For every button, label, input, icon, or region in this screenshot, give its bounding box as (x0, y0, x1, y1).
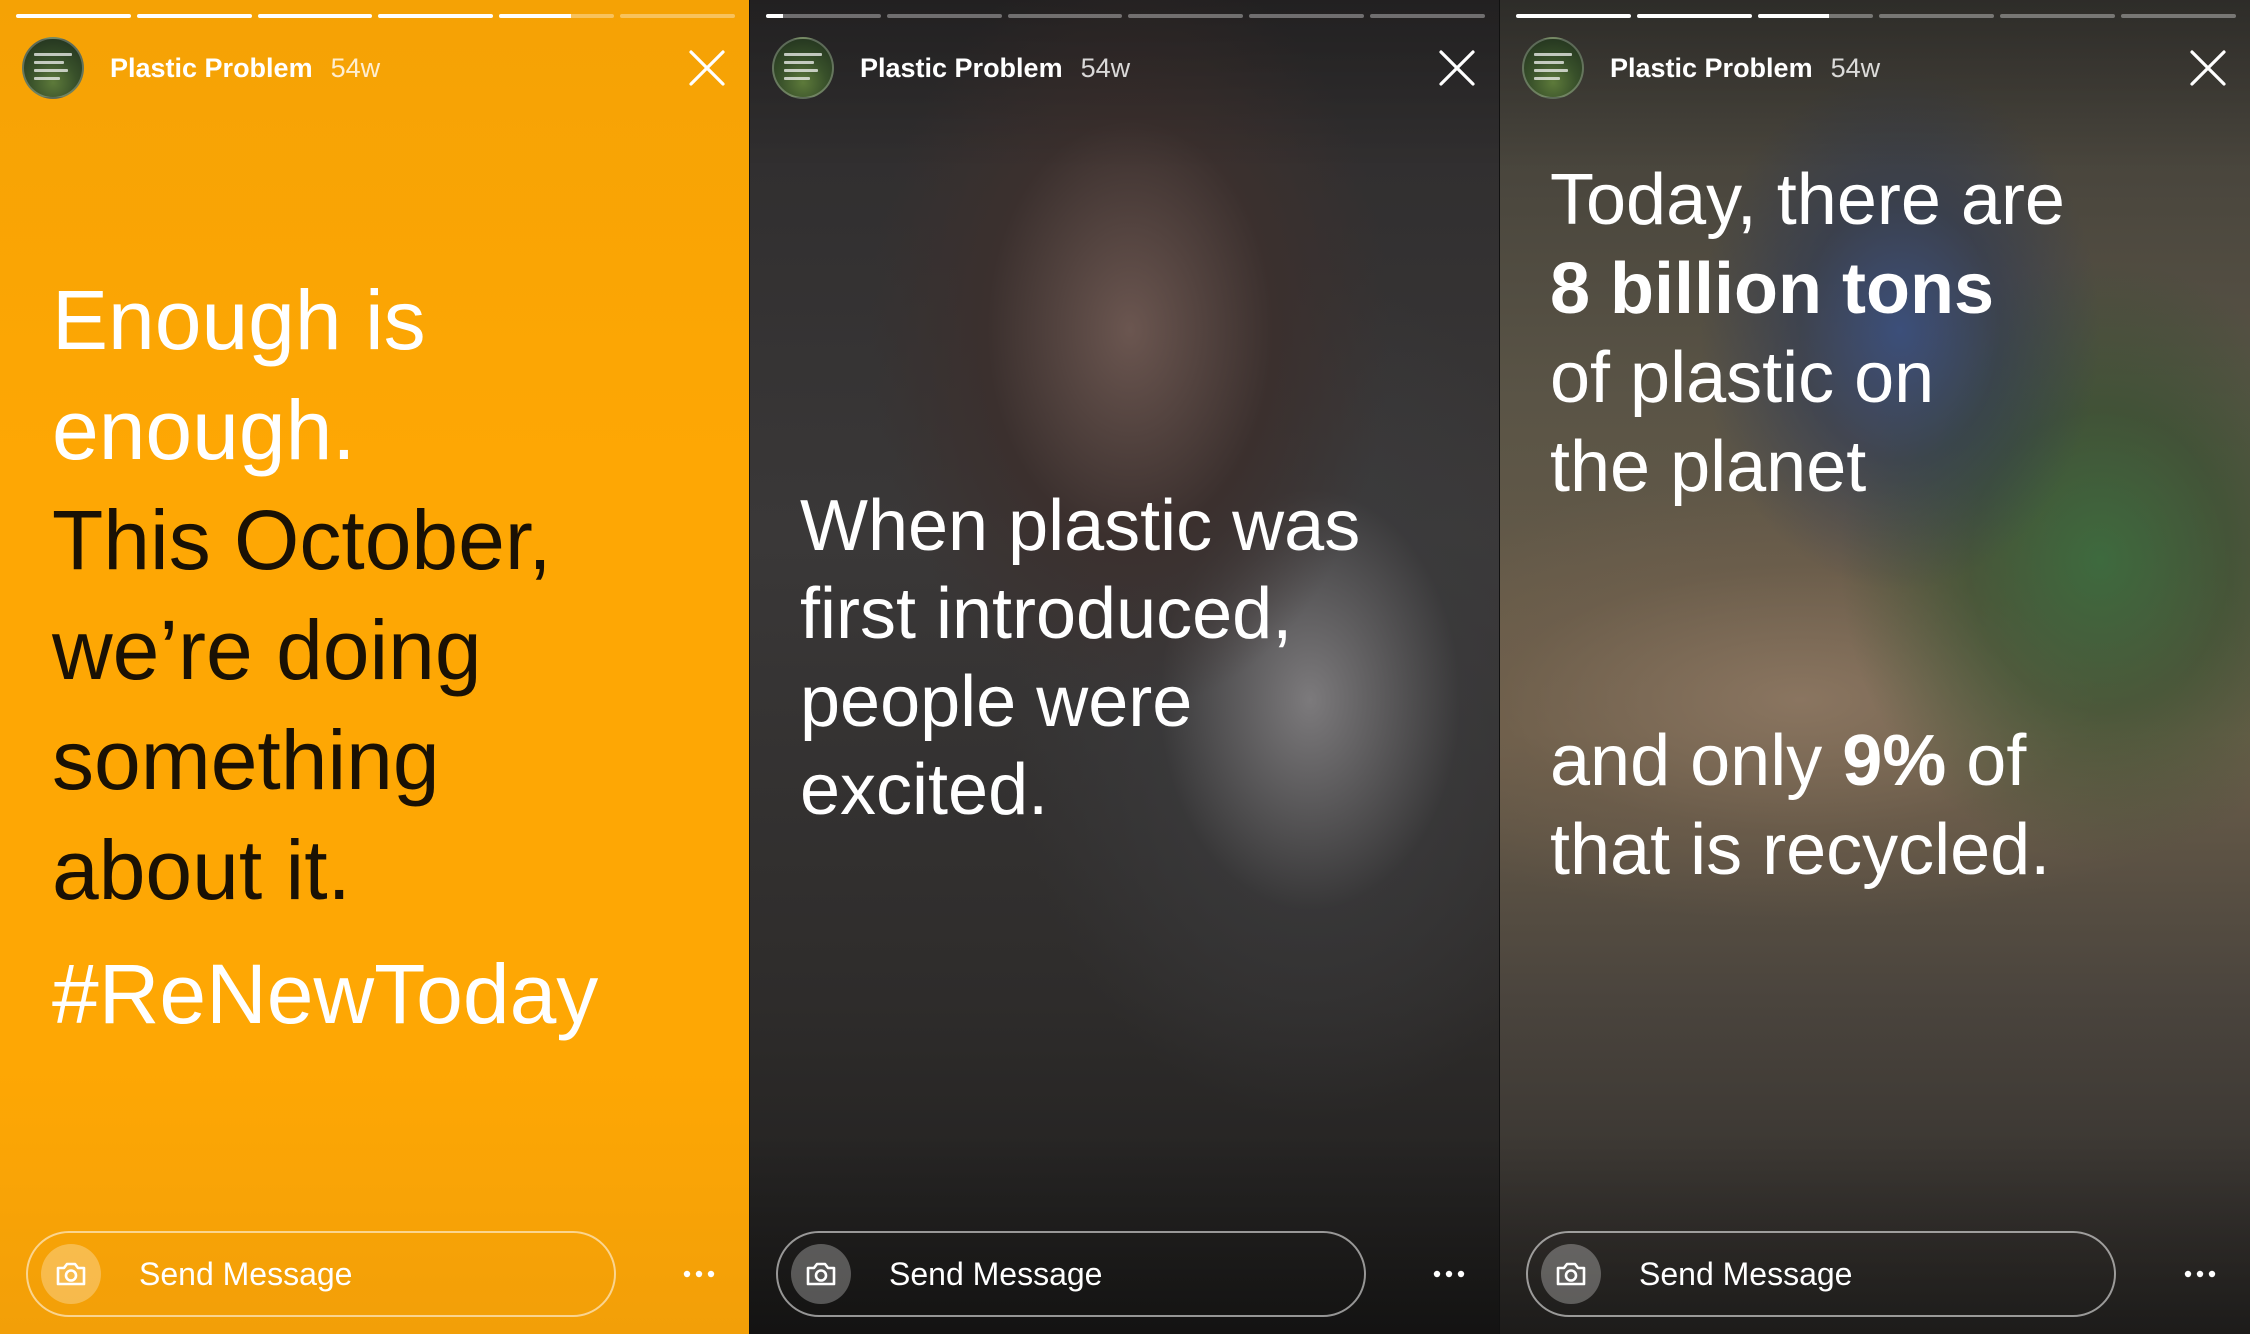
more-options-icon (683, 1270, 715, 1278)
account-name[interactable]: Plastic Problem (860, 53, 1063, 84)
progress-segment (620, 14, 735, 18)
caption-line: first introduced, (800, 574, 1293, 654)
story-caption: Today, there are 8 billion tons of plast… (1550, 164, 2230, 903)
caption-line-bold: 8 billion tons (1550, 253, 2230, 342)
camera-icon (56, 1262, 86, 1286)
camera-button[interactable] (1541, 1244, 1601, 1304)
caption-line: we’re doing (52, 603, 482, 697)
send-message-placeholder: Send Message (889, 1255, 1103, 1292)
send-message-field[interactable]: Send Message (776, 1231, 1366, 1317)
progress-segment-fill (499, 14, 571, 18)
story-header: Plastic Problem 54w (22, 36, 731, 100)
progress-segment (136, 14, 252, 18)
caption-line: people were (800, 662, 1193, 742)
progress-segment-fill (766, 14, 784, 18)
story-caption: When plastic was first introduced, peopl… (800, 490, 1480, 842)
progress-segment-fill (257, 14, 373, 18)
camera-icon (806, 1262, 836, 1286)
story-footer: Send Message (1526, 1230, 2230, 1318)
caption-line: Today, there are (1550, 160, 2065, 240)
progress-segment (499, 14, 615, 18)
progress-segment (886, 14, 1002, 18)
close-icon (1439, 50, 1475, 86)
story-panel-2[interactable]: Plastic Problem 54w When plastic was fir… (750, 0, 1499, 1334)
stories-viewer: Plastic Problem 54w Enough is enough. Th… (0, 0, 2250, 1334)
story-caption: Enough is enough. This October, we’re do… (52, 278, 732, 1062)
more-options-button[interactable] (1419, 1244, 1479, 1304)
progress-segment (16, 14, 131, 18)
story-panel-3[interactable]: Plastic Problem 54w Today, there are 8 b… (1500, 0, 2250, 1334)
caption-line: the planet (1550, 427, 1867, 507)
progress-segment-fill (1516, 14, 1631, 18)
progress-segment-fill (136, 14, 252, 18)
caption-line: When plastic was (800, 486, 1361, 566)
camera-icon (1556, 1262, 1586, 1286)
progress-segment (378, 14, 494, 18)
post-age: 54w (1080, 52, 1131, 83)
progress-segment (1128, 14, 1244, 18)
story-header: Plastic Problem 54w (772, 36, 1481, 100)
progress-segment-fill (378, 14, 494, 18)
more-options-icon (1433, 1270, 1465, 1278)
account-name[interactable]: Plastic Problem (110, 53, 313, 84)
progress-segment (766, 14, 881, 18)
caption-line: that is recycled. (1550, 810, 2051, 890)
story-progress-bar (16, 14, 735, 18)
avatar[interactable] (22, 37, 84, 99)
post-age: 54w (1830, 52, 1881, 83)
more-options-button[interactable] (669, 1244, 729, 1304)
story-progress-bar (1516, 14, 2236, 18)
caption-line: about it. (52, 823, 351, 917)
story-header: Plastic Problem 54w (1522, 36, 2232, 100)
avatar[interactable] (1522, 37, 1584, 99)
progress-segment-fill (1637, 14, 1752, 18)
progress-segment-fill (16, 14, 131, 18)
send-message-placeholder: Send Message (1639, 1255, 1853, 1292)
caption-line: enough. (52, 383, 356, 477)
close-icon (2190, 50, 2226, 86)
camera-button[interactable] (41, 1244, 101, 1304)
caption-line: This October, (52, 493, 552, 587)
hashtag[interactable]: #ReNewToday (52, 952, 732, 1062)
story-progress-bar (766, 14, 1485, 18)
close-button[interactable] (2184, 44, 2232, 92)
caption-line: and only 9% of (1550, 725, 2230, 814)
progress-segment (2000, 14, 2115, 18)
progress-segment (2121, 14, 2236, 18)
story-panel-1[interactable]: Plastic Problem 54w Enough is enough. Th… (0, 0, 749, 1334)
caption-line: of plastic on (1550, 338, 1935, 418)
account-name[interactable]: Plastic Problem (1610, 53, 1813, 84)
emphasis: 8 billion tons (1550, 249, 1994, 329)
caption-fragment: of (1946, 721, 2027, 801)
progress-segment-fill (1758, 14, 1830, 18)
emphasis: 9% (1842, 721, 1947, 801)
close-button[interactable] (1433, 44, 1481, 92)
caption-fragment: and only (1550, 721, 1843, 801)
close-icon (689, 50, 725, 86)
progress-segment (1249, 14, 1365, 18)
more-options-button[interactable] (2170, 1244, 2230, 1304)
progress-segment (1637, 14, 1752, 18)
send-message-field[interactable]: Send Message (26, 1231, 616, 1317)
story-footer: Send Message (26, 1230, 729, 1318)
send-message-field[interactable]: Send Message (1526, 1231, 2116, 1317)
camera-button[interactable] (791, 1244, 851, 1304)
caption-line: something (52, 713, 440, 807)
progress-segment (257, 14, 373, 18)
progress-segment (1516, 14, 1631, 18)
progress-segment (1758, 14, 1873, 18)
caption-line: excited. (800, 750, 1049, 830)
avatar[interactable] (772, 37, 834, 99)
post-age: 54w (330, 52, 381, 83)
caption-line: Enough is (52, 273, 426, 367)
progress-segment (1370, 14, 1485, 18)
progress-segment (1007, 14, 1123, 18)
story-footer: Send Message (776, 1230, 1479, 1318)
progress-segment (1879, 14, 1994, 18)
send-message-placeholder: Send Message (139, 1255, 353, 1292)
more-options-icon (2184, 1270, 2216, 1278)
close-button[interactable] (683, 44, 731, 92)
